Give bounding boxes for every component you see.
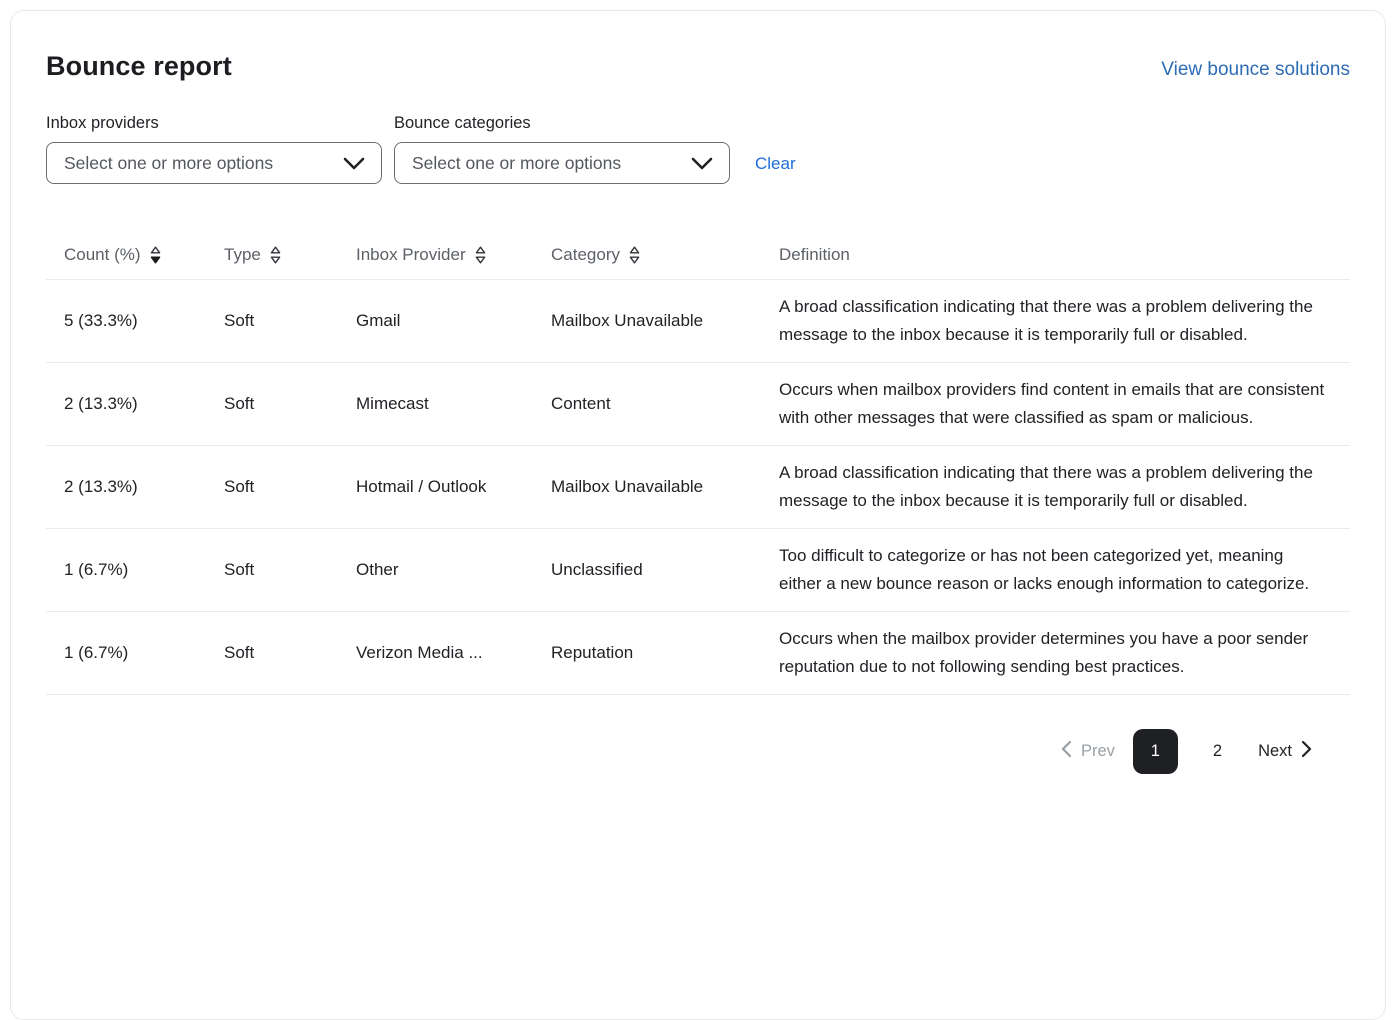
next-page-button[interactable]: Next [1258, 740, 1312, 763]
cell-type: Soft [206, 445, 338, 529]
view-bounce-solutions-link[interactable]: View bounce solutions [1161, 59, 1350, 81]
cell-category: Reputation [533, 611, 761, 695]
table-header-row: Count (%) Type Inbox Provider Category D… [46, 239, 1350, 280]
cell-category: Content [533, 362, 761, 446]
sort-icon [270, 246, 281, 264]
cell-count: 1 (6.7%) [46, 528, 206, 612]
column-header-type: Type [206, 239, 338, 280]
cell-definition: Occurs when the mailbox provider determi… [761, 611, 1350, 695]
table-row: 2 (13.3%) Soft Hotmail / Outlook Mailbox… [46, 445, 1350, 529]
cell-count: 2 (13.3%) [46, 362, 206, 446]
sort-control-type[interactable]: Type [224, 245, 281, 265]
column-label: Type [224, 245, 261, 264]
chevron-left-icon [1061, 740, 1072, 763]
inbox-providers-label: Inbox providers [46, 114, 159, 132]
cell-type: Soft [206, 279, 338, 363]
clear-filters-link[interactable]: Clear [755, 154, 796, 174]
column-header-definition: Definition [761, 239, 1350, 280]
column-label: Definition [779, 245, 850, 264]
inbox-providers-select[interactable]: Select one or more options [46, 142, 382, 184]
sort-control-category[interactable]: Category [551, 245, 640, 265]
sort-icon [629, 246, 640, 264]
bounce-categories-label: Bounce categories [394, 114, 531, 132]
column-header-count: Count (%) [46, 239, 206, 280]
column-label: Category [551, 245, 620, 264]
page-title: Bounce report [46, 51, 232, 81]
bounce-categories-select[interactable]: Select one or more options [394, 142, 730, 184]
column-label: Inbox Provider [356, 245, 466, 264]
cell-category: Mailbox Unavailable [533, 279, 761, 363]
cell-inbox-provider: Mimecast [338, 362, 533, 446]
cell-definition: A broad classification indicating that t… [761, 279, 1350, 363]
chevron-down-icon [691, 157, 713, 170]
table-row: 1 (6.7%) Soft Verizon Media ... Reputati… [46, 611, 1350, 695]
cell-count: 5 (33.3%) [46, 279, 206, 363]
sort-control-count[interactable]: Count (%) [64, 245, 161, 265]
sort-icon [475, 246, 486, 264]
chevron-right-icon [1301, 740, 1312, 763]
cell-definition: A broad classification indicating that t… [761, 445, 1350, 529]
bounce-categories-placeholder: Select one or more options [412, 152, 622, 173]
cell-definition: Too difficult to categorize or has not b… [761, 528, 1350, 612]
next-label: Next [1258, 742, 1292, 760]
cell-count: 1 (6.7%) [46, 611, 206, 695]
cell-inbox-provider: Hotmail / Outlook [338, 445, 533, 529]
page-button-1[interactable]: 1 [1132, 729, 1178, 774]
cell-inbox-provider: Verizon Media ... [338, 611, 533, 695]
bounce-table: Count (%) Type Inbox Provider Category D… [46, 239, 1350, 695]
prev-label: Prev [1080, 742, 1115, 760]
card-header: Bounce report View bounce solutions [46, 51, 1350, 82]
inbox-providers-filter: Inbox providers Select one or more optio… [46, 114, 382, 184]
table-row: 5 (33.3%) Soft Gmail Mailbox Unavailable… [46, 279, 1350, 363]
cell-definition: Occurs when mailbox providers find conte… [761, 362, 1350, 446]
column-label: Count (%) [64, 245, 141, 264]
column-header-inbox-provider: Inbox Provider [338, 239, 533, 280]
cell-type: Soft [206, 528, 338, 612]
cell-type: Soft [206, 362, 338, 446]
cell-count: 2 (13.3%) [46, 445, 206, 529]
bounce-categories-filter: Bounce categories Select one or more opt… [394, 114, 730, 184]
prev-page-button[interactable]: Prev [1061, 740, 1115, 763]
cell-inbox-provider: Gmail [338, 279, 533, 363]
table-row: 2 (13.3%) Soft Mimecast Content Occurs w… [46, 362, 1350, 446]
column-header-category: Category [533, 239, 761, 280]
filters-bar: Inbox providers Select one or more optio… [46, 114, 1350, 184]
bounce-report-card: Bounce report View bounce solutions Inbo… [10, 10, 1386, 1020]
pagination: Prev 1 2 Next [46, 729, 1312, 774]
sort-control-inbox-provider[interactable]: Inbox Provider [356, 245, 486, 265]
cell-inbox-provider: Other [338, 528, 533, 612]
cell-type: Soft [206, 611, 338, 695]
inbox-providers-placeholder: Select one or more options [64, 152, 274, 173]
table-row: 1 (6.7%) Soft Other Unclassified Too dif… [46, 528, 1350, 612]
sort-desc-icon [150, 246, 161, 264]
page-button-2[interactable]: 2 [1205, 734, 1230, 769]
chevron-down-icon [343, 157, 365, 170]
cell-category: Unclassified [533, 528, 761, 612]
cell-category: Mailbox Unavailable [533, 445, 761, 529]
